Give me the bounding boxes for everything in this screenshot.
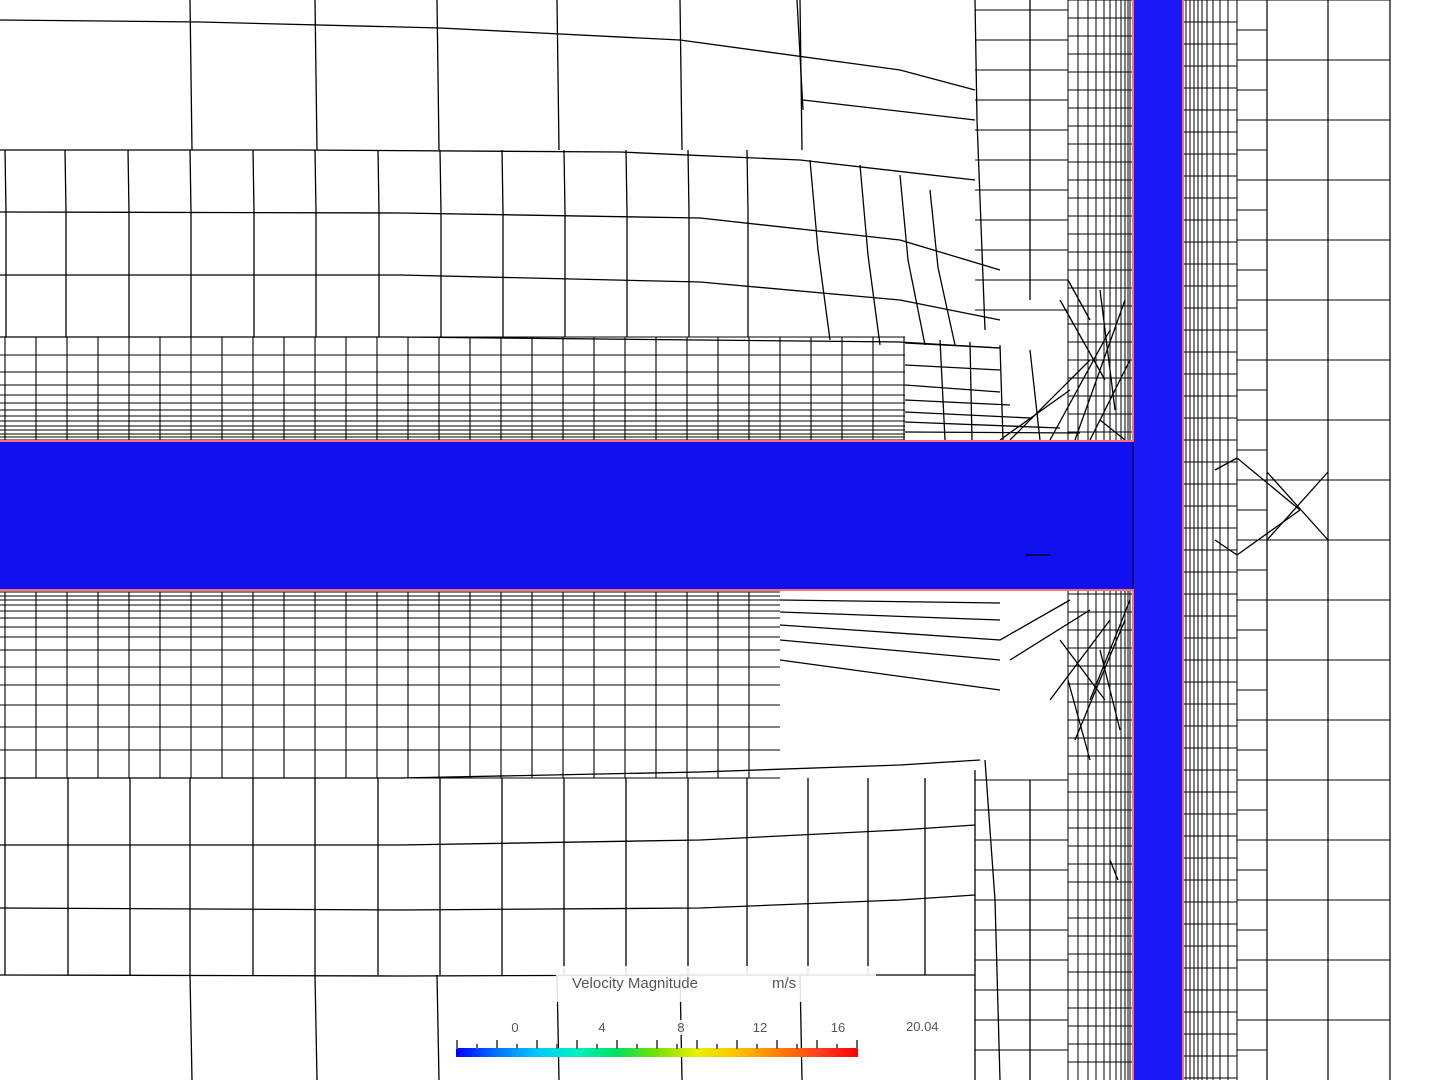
- colorbar-tick: [756, 1044, 758, 1049]
- mesh-line: [127, 149, 130, 337]
- mesh-line: [314, 974, 318, 1080]
- mesh-line: [939, 339, 946, 441]
- mesh-line: [999, 599, 1071, 641]
- mesh-line: [0, 894, 976, 911]
- mesh-line: [501, 149, 504, 337]
- colorbar-tick: [536, 1040, 538, 1049]
- mesh-line: [969, 341, 973, 441]
- mesh-line: [1059, 639, 1106, 701]
- colorbar-tick: [736, 1040, 738, 1049]
- legend-title: Velocity Magnitude: [572, 975, 698, 992]
- mesh-line: [252, 149, 255, 337]
- colorbar-tick: [796, 1044, 798, 1049]
- mesh-line: [859, 164, 881, 346]
- colorbar-tick: [656, 1040, 658, 1049]
- legend-unit: m/s: [772, 975, 797, 992]
- colorbar-tick: [856, 1040, 858, 1049]
- colorbar-tick: [816, 1040, 818, 1049]
- colorbar-tick: [696, 1040, 698, 1049]
- mesh-line: [779, 659, 1001, 691]
- mesh-line: [625, 149, 628, 337]
- mesh-line: [1049, 329, 1111, 441]
- colorbar-tick: [676, 1044, 678, 1049]
- legend-tick-label: 12: [749, 1020, 771, 1035]
- mesh-line: [984, 759, 1001, 1080]
- mesh-line: [436, 0, 440, 151]
- colorbar-tick: [636, 1044, 638, 1049]
- mesh-line: [1214, 457, 1238, 471]
- mesh-line: [904, 399, 1011, 406]
- mesh-line: [0, 336, 1001, 349]
- mesh-line: [439, 149, 442, 337]
- mesh-line: [899, 174, 926, 346]
- colorbar: [456, 1048, 858, 1057]
- mesh-line: [4, 149, 7, 337]
- mesh-line: [436, 974, 440, 1080]
- vertical-pipe: [1134, 0, 1182, 1080]
- mesh-line: [779, 611, 1001, 621]
- pipe-wall-bottom: [0, 589, 1136, 591]
- mesh-line: [556, 0, 560, 151]
- colorbar-tick: [456, 1040, 458, 1049]
- legend-max-label: 20.04: [898, 1019, 947, 1034]
- mesh-line: [779, 639, 1001, 661]
- vertical-pipe-wall-right: [1182, 0, 1184, 1080]
- vertical-pipe-wall-left: [1132, 591, 1134, 1080]
- mesh-line: [189, 149, 192, 337]
- horizontal-pipe: [0, 442, 1134, 589]
- mesh-line: [779, 624, 1001, 641]
- legend-tick-label: 16: [827, 1020, 849, 1035]
- colorbar-tick: [596, 1044, 598, 1049]
- mesh-line: [1109, 859, 1119, 881]
- mesh-line: [687, 149, 690, 337]
- mesh-line: [904, 411, 1031, 419]
- mesh-line: [904, 342, 1001, 349]
- velocity-field: [0, 0, 1184, 1080]
- mesh-line: [1099, 289, 1116, 411]
- legend-tick-label: 8: [674, 1020, 688, 1035]
- mesh-line: [746, 149, 749, 337]
- mesh-line: [189, 974, 193, 1080]
- mesh-line: [904, 421, 1061, 429]
- mesh-line: [0, 19, 976, 91]
- mesh-line: [904, 384, 1001, 393]
- mesh-line: [1067, 279, 1091, 321]
- colorbar-tick: [476, 1044, 478, 1049]
- mesh-line: [64, 149, 67, 337]
- colorbar-tick: [516, 1044, 518, 1049]
- mesh-canvas[interactable]: [0, 0, 1440, 1080]
- colorbar-tick: [576, 1040, 578, 1049]
- mesh-line: [563, 149, 566, 337]
- legend-tick-label: 4: [595, 1020, 609, 1035]
- mesh-line: [0, 149, 976, 181]
- mesh-line: [314, 149, 317, 337]
- mesh-line: [0, 759, 981, 779]
- colorbar-tick: [556, 1044, 558, 1049]
- mesh-line: [904, 364, 1001, 371]
- mesh-line: [802, 99, 976, 121]
- mesh-line: [314, 0, 318, 151]
- mesh-line: [0, 211, 1001, 271]
- mesh-line: [1049, 619, 1111, 701]
- mesh-line: [0, 824, 976, 846]
- vertical-pipe-wall-left: [1132, 0, 1134, 440]
- mesh-line: [779, 599, 1001, 604]
- colorbar-tick: [716, 1044, 718, 1049]
- colorbar-tick: [776, 1040, 778, 1049]
- colorbar-tick: [836, 1044, 838, 1049]
- colorbar-tick: [616, 1040, 618, 1049]
- mesh-line: [679, 0, 683, 151]
- mesh-line: [929, 189, 956, 346]
- mesh-line: [0, 274, 1001, 321]
- mesh-line: [1214, 539, 1238, 556]
- cfd-viewport[interactable]: [0, 0, 1440, 1080]
- colorbar-tick: [496, 1040, 498, 1049]
- legend-tick-label: 0: [508, 1020, 522, 1035]
- mesh-line: [809, 159, 831, 341]
- mesh-line: [377, 149, 380, 337]
- pipe-wall-top: [0, 440, 1136, 442]
